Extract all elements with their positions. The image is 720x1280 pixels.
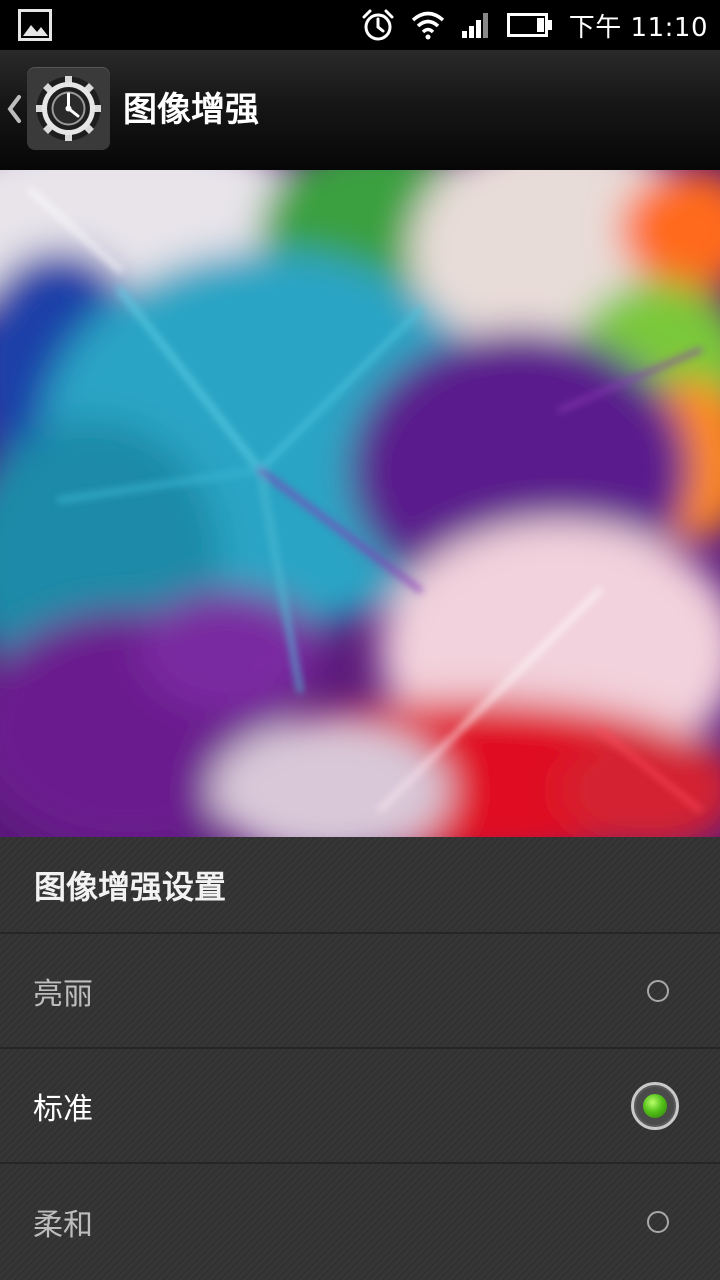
app-icon-button[interactable]	[27, 67, 110, 150]
alarm-icon	[362, 9, 394, 41]
option-vivid[interactable]: 亮丽	[0, 934, 720, 1049]
radio-button-on[interactable]	[631, 1081, 679, 1130]
option-standard[interactable]: 标准	[0, 1049, 720, 1164]
settings-gear-icon	[36, 76, 101, 141]
signal-icon	[461, 13, 488, 38]
option-label: 标准	[33, 1091, 93, 1127]
colorful-feathers-preview-image	[0, 170, 720, 837]
page-title: 图像增强	[123, 90, 259, 130]
wifi-icon	[411, 11, 444, 40]
picture-notification-icon	[18, 9, 52, 41]
status-bar: 下午 11:10	[0, 0, 720, 50]
radio-button-off[interactable]	[647, 979, 669, 1002]
option-soft[interactable]: 柔和	[0, 1164, 720, 1279]
preview-image	[0, 170, 720, 837]
option-label: 柔和	[33, 1207, 93, 1243]
status-time: 下午 11:10	[568, 12, 708, 43]
settings-header: 图像增强设置	[0, 837, 720, 934]
chevron-left-icon[interactable]	[6, 94, 22, 124]
settings-panel: 图像增强设置 亮丽 标准 柔和	[0, 837, 720, 1280]
option-label: 亮丽	[33, 976, 93, 1012]
radio-button-off[interactable]	[647, 1210, 669, 1233]
action-bar: 图像增强	[0, 50, 720, 171]
battery-icon	[506, 13, 552, 37]
